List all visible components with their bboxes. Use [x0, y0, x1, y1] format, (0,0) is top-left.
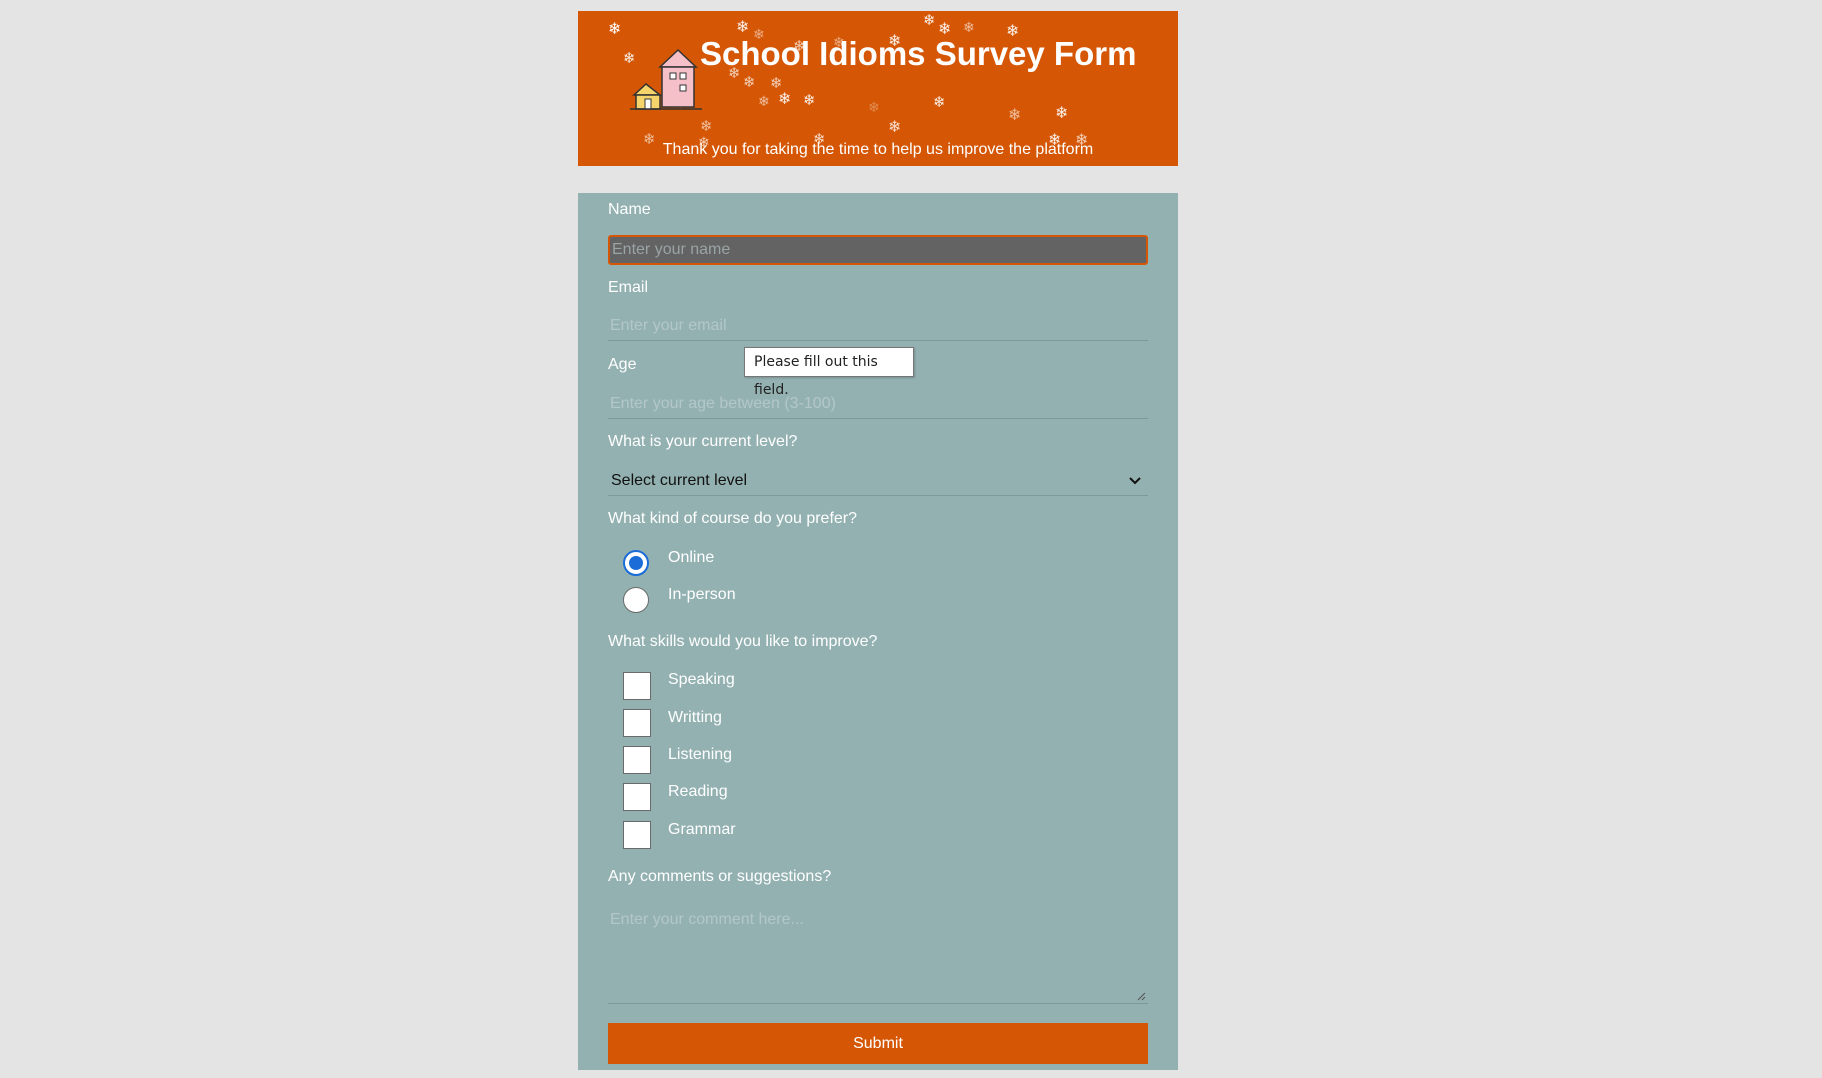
course-label: What kind of course do you prefer?	[608, 510, 858, 527]
name-input[interactable]	[608, 235, 1148, 265]
checkbox-speaking-label: Speaking	[668, 671, 735, 688]
snowflake-icon: ❄	[803, 91, 816, 109]
snowflake-icon: ❄	[868, 100, 880, 116]
house-icon	[630, 48, 702, 110]
snowflake-icon: ❄	[736, 17, 750, 36]
checkbox-writting-label: Writting	[668, 709, 722, 726]
snowflake-icon: ❄	[933, 93, 946, 111]
page-subtitle: Thank you for taking the time to help us…	[662, 141, 1094, 158]
checkbox-reading[interactable]	[623, 783, 651, 811]
snowflake-icon: ❄	[700, 117, 713, 135]
snowflake-icon: ❄	[923, 11, 936, 29]
header-banner: ❄❄❄❄❄❄❄❄❄❄❄❄❄❄❄❄❄❄❄❄❄❄❄❄❄❄❄❄❄ School Idi…	[578, 11, 1178, 166]
radio-online-label: Online	[668, 549, 715, 566]
level-select-value: Select current level	[611, 472, 748, 489]
snowflake-icon: ❄	[778, 89, 792, 108]
page-title: School Idioms Survey Form	[700, 35, 1137, 72]
snowflake-icon: ❄	[743, 73, 756, 91]
age-input[interactable]	[608, 389, 1148, 419]
snowflake-icon: ❄	[608, 19, 622, 38]
name-label: Name	[608, 201, 651, 218]
submit-button[interactable]: Submit	[608, 1023, 1148, 1064]
snowflake-icon: ❄	[1055, 103, 1069, 122]
survey-form: Name Email Age What is your current leve…	[578, 193, 1178, 1070]
checkbox-listening[interactable]	[623, 746, 651, 774]
chevron-down-icon	[1129, 477, 1141, 485]
checkbox-listening-label: Listening	[668, 746, 733, 763]
skills-label: What skills would you like to improve?	[608, 633, 878, 650]
radio-in-person[interactable]	[623, 587, 649, 613]
level-label: What is your current level?	[608, 433, 798, 450]
checkbox-grammar[interactable]	[623, 821, 651, 849]
checkbox-grammar-label: Grammar	[668, 821, 736, 838]
checkbox-writting[interactable]	[623, 709, 651, 737]
checkbox-speaking[interactable]	[623, 672, 651, 700]
snowflake-icon: ❄	[758, 94, 770, 110]
email-input[interactable]	[608, 311, 1148, 341]
snowflake-icon: ❄	[888, 117, 902, 136]
age-label: Age	[608, 356, 637, 373]
comments-label: Any comments or suggestions?	[608, 868, 832, 885]
resize-handle-icon[interactable]	[1137, 992, 1146, 1001]
email-label: Email	[608, 279, 649, 296]
comments-textarea[interactable]: Enter your comment here...	[608, 904, 1148, 1004]
level-select[interactable]: Select current level	[608, 466, 1148, 496]
comments-placeholder: Enter your comment here...	[610, 911, 804, 928]
snowflake-icon: ❄	[963, 20, 975, 36]
radio-in-person-label: In-person	[668, 586, 736, 603]
radio-online[interactable]	[623, 550, 649, 576]
validation-tooltip: Please fill out this field.	[744, 347, 914, 398]
snowflake-icon: ❄	[1008, 105, 1022, 124]
checkbox-reading-label: Reading	[668, 783, 728, 800]
